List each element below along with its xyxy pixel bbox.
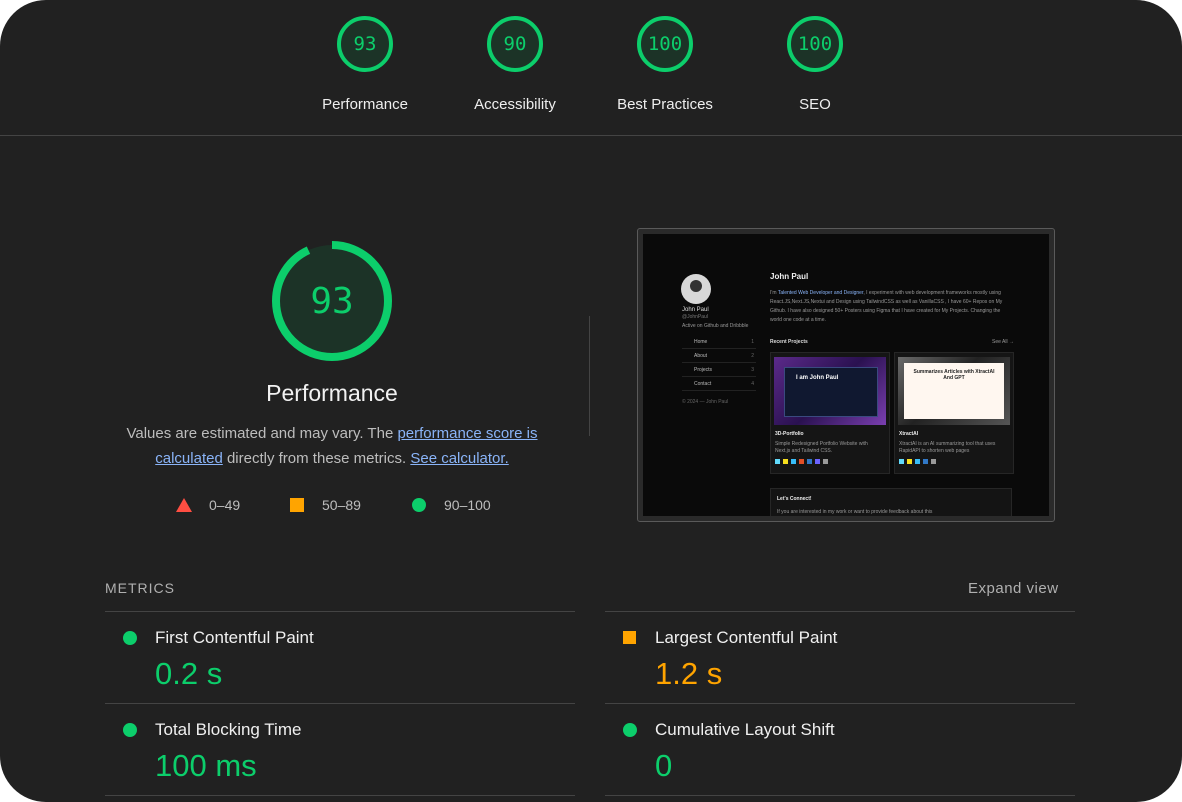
divider [589,316,590,436]
connect-text: If you are interested in my work or want… [777,509,933,515]
project-desc: XtractAI is an AI summarizing tool that … [899,441,996,454]
gauge-performance[interactable]: 93 Performance [305,16,425,113]
gauge-label: Accessibility [474,96,556,113]
nav-key: 1 [751,339,754,345]
performance-description: Values are estimated and may vary. The p… [112,421,552,471]
nav-item-about: About 2 [682,351,756,363]
gauge-ring: 100 [787,16,843,72]
project-image-text: Summarizes Articles with XtractAI And GP… [913,369,995,381]
divider [105,795,575,796]
project-image: Summarizes Articles with XtractAI And GP… [898,357,1010,425]
nav-key: 2 [751,353,754,359]
nav-key: 4 [751,381,754,387]
metrics-header: METRICS [105,580,175,596]
metric-value: 0.2 s [155,656,223,691]
project-card: I am John Paul 3D-Portfolio Simple Redes… [770,352,890,474]
gauge-accessibility[interactable]: 90 Accessibility [455,16,575,113]
gauge-ring: 90 [487,16,543,72]
expand-view-toggle[interactable]: Expand view [968,580,1059,597]
metric-title: First Contentful Paint [155,628,314,647]
profile-status: Active on Github and Dribbble [682,323,749,329]
pass-circle-icon [623,723,637,737]
metric-title: Total Blocking Time [155,720,302,739]
para-highlight: Talented Web Developer and Designer [777,290,864,296]
metric-title: Largest Contentful Paint [655,628,838,647]
see-calculator-link[interactable]: See calculator. [410,450,508,467]
nav-key: 3 [751,367,754,373]
average-square-icon [623,631,636,644]
metric-title: Cumulative Layout Shift [655,720,835,739]
nav-item-contact: Contact 4 [682,379,756,391]
circle-icon [412,498,426,512]
metric-value: 1.2 s [655,656,723,691]
project-title: 3D-Portfolio [775,431,804,437]
project-desc: Simple Redesigned Portfolio Website with… [775,441,868,454]
gauge-label: Performance [322,96,408,113]
triangle-icon [176,498,192,512]
para-text: I'm [770,290,778,296]
recent-projects-heading: Recent Projects [770,339,808,345]
nav-item-home: Home 1 [682,337,756,349]
nav-label: About [694,353,708,359]
profile-name: John Paul [682,307,709,313]
metric-total-blocking-time: Total Blocking Time 100 ms [105,704,575,794]
performance-title: Performance [266,380,398,406]
gauge-seo[interactable]: 100 SEO [755,16,875,113]
nav-label: Contact [694,381,712,387]
gauge-label: SEO [799,96,831,113]
pass-circle-icon [123,723,137,737]
project-image: I am John Paul [774,357,886,425]
legend-pass: 90–100 [412,495,491,515]
legend-label: 90–100 [444,497,491,513]
lighthouse-report: 93 Performance 90 Accessibility 100 Best… [0,0,1182,802]
gauge-best-practices[interactable]: 100 Best Practices [605,16,725,113]
gauge-ring: 93 [337,16,393,72]
screenshot-content: John Paul @JohnPaul Active on Github and… [643,234,1049,516]
divider [605,795,1075,796]
pass-circle-icon [123,631,137,645]
hero-paragraph: I'm Talented Web Developer and Designer,… [770,289,1010,325]
avatar [681,274,711,304]
metric-cumulative-layout-shift: Cumulative Layout Shift 0 [605,704,1075,794]
profile-handle: @JohnPaul [682,314,708,320]
project-image-text: I am John Paul [796,375,839,381]
metric-value: 100 ms [155,748,257,783]
connect-heading: Let's Connect! [777,496,812,502]
gauge-ring: 100 [637,16,693,72]
nav-label: Home [694,339,708,345]
final-screenshot[interactable]: John Paul @JohnPaul Active on Github and… [637,228,1055,522]
metric-largest-contentful-paint: Largest Contentful Paint 1.2 s [605,612,1075,702]
footer-text: © 2024 — John Paul [682,399,729,405]
legend-fail: 0–49 [176,495,240,515]
see-all-link: See All → [992,339,1014,345]
nav-label: Projects [694,367,713,373]
hero-heading: John Paul [770,272,809,281]
project-title: XtractAI [899,431,919,437]
project-card: Summarizes Articles with XtractAI And GP… [894,352,1014,474]
metric-first-contentful-paint: First Contentful Paint 0.2 s [105,612,575,702]
tech-icons [899,459,999,465]
connect-section: Let's Connect! If you are interested in … [770,488,1012,516]
legend-average: 50–89 [290,495,361,515]
tech-icons [775,459,875,465]
category-gauges: 93 Performance 90 Accessibility 100 Best… [0,0,1182,136]
gauge-label: Best Practices [617,96,713,113]
legend-label: 50–89 [322,497,361,513]
desc-text: directly from these metrics. [222,450,411,467]
square-icon [290,498,304,512]
metric-value: 0 [655,748,673,783]
performance-score-gauge: 93 [272,241,392,361]
performance-score: 93 [310,280,354,322]
nav-item-projects: Projects 3 [682,365,756,377]
legend-label: 0–49 [209,497,241,513]
desc-text: Values are estimated and may vary. The [126,425,398,442]
